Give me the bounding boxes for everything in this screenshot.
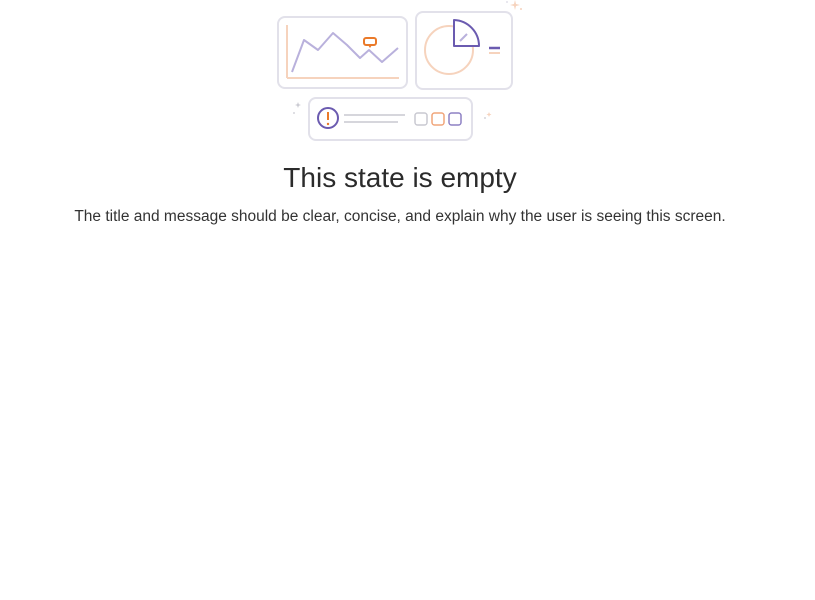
line-chart-card-icon <box>277 16 408 89</box>
pie-chart-card-icon <box>415 11 513 90</box>
empty-state-message: The title and message should be clear, c… <box>74 208 726 225</box>
empty-state-illustration <box>277 0 522 141</box>
empty-state-title: This state is empty <box>283 162 517 193</box>
alert-list-card-icon <box>308 97 473 141</box>
empty-state-page: This state is empty The title and messag… <box>0 0 815 600</box>
